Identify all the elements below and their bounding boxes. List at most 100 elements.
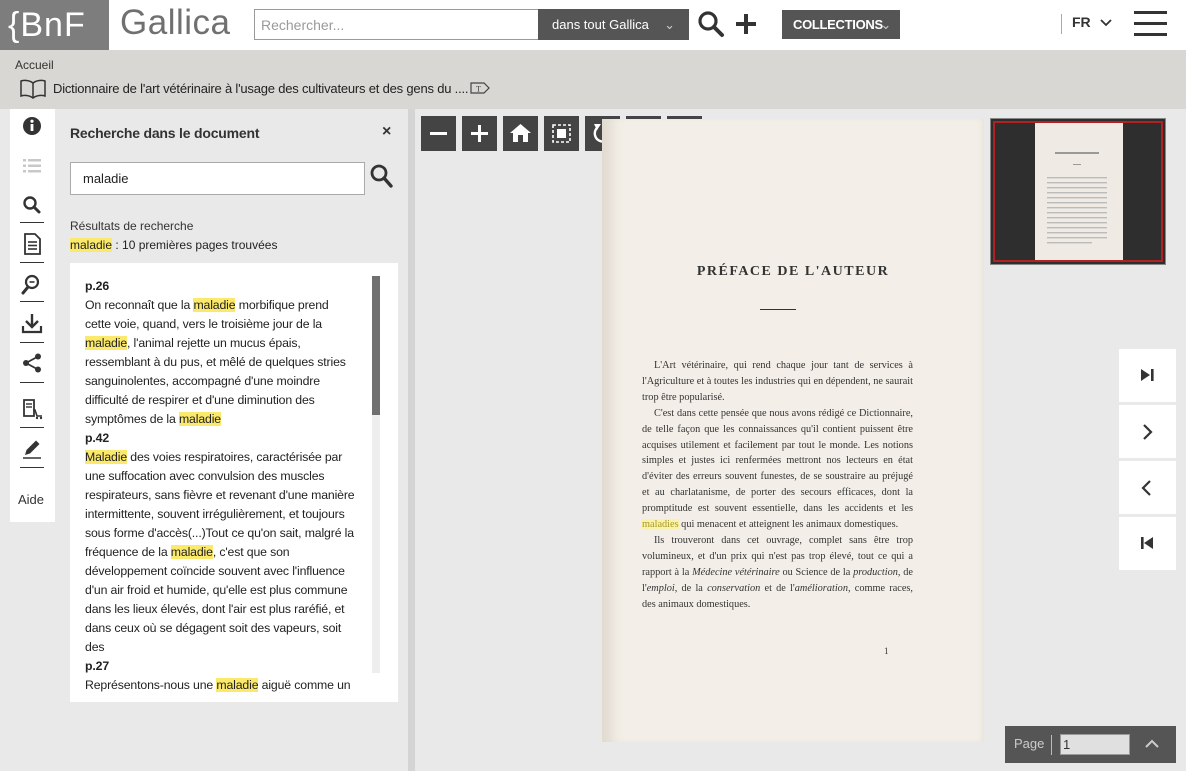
chevron-up-icon[interactable] bbox=[1142, 734, 1162, 754]
scrollbar-thumb[interactable] bbox=[372, 276, 380, 415]
page-body-text: L'Art vétérinaire, qui rend chaque jour … bbox=[642, 358, 913, 613]
result-page-number: p.27 bbox=[85, 659, 110, 673]
left-toolbar: Aide bbox=[10, 109, 55, 522]
global-search-input[interactable] bbox=[254, 9, 539, 40]
search-result-item[interactable]: p.42 Maladie des voies respiratoires, car… bbox=[85, 429, 357, 657]
highlighted-term: maladie bbox=[178, 412, 221, 426]
results-scrollbar[interactable] bbox=[372, 276, 380, 673]
toolbar-separator bbox=[20, 222, 44, 223]
language-select[interactable]: FR bbox=[1072, 14, 1112, 30]
result-page-number: p.42 bbox=[85, 431, 110, 445]
language-value: FR bbox=[1072, 14, 1091, 30]
breadcrumb: Accueil Dictionnaire de l'art vétérinair… bbox=[0, 50, 1186, 109]
book-icon bbox=[20, 79, 46, 99]
page-overview-thumbnail[interactable] bbox=[990, 118, 1166, 265]
highlighted-term: maladie bbox=[85, 336, 128, 350]
thumbnail-viewport-frame[interactable] bbox=[993, 121, 1163, 262]
previous-page-button[interactable] bbox=[1119, 461, 1176, 514]
skip-to-start-icon bbox=[1141, 537, 1153, 549]
toolbar-separator bbox=[20, 342, 44, 343]
highlighted-term: maladie bbox=[170, 545, 213, 559]
chevron-left-icon bbox=[1141, 480, 1151, 496]
search-icon[interactable] bbox=[697, 10, 725, 38]
page-paragraph: Ils trouveront dans cet ouvrage, complet… bbox=[642, 534, 913, 610]
close-icon[interactable]: × bbox=[382, 123, 391, 141]
document-title: Dictionnaire de l'art vétérinaire à l'us… bbox=[53, 81, 469, 96]
result-snippet: Représentons-nous une maladie aiguë comm… bbox=[85, 678, 351, 692]
search-in-document-icon[interactable] bbox=[21, 194, 43, 216]
toolbar-separator bbox=[20, 301, 44, 302]
page-separator bbox=[1051, 735, 1052, 755]
chevron-down-icon: ⌄ bbox=[664, 17, 675, 32]
toolbar-separator bbox=[20, 382, 44, 383]
toolbar-separator bbox=[20, 467, 44, 468]
zoom-search-icon[interactable] bbox=[21, 273, 43, 295]
results-summary: maladie : 10 premières pages trouvées bbox=[70, 238, 277, 252]
plus-icon bbox=[471, 125, 488, 142]
page-number-input[interactable] bbox=[1060, 734, 1130, 755]
table-of-contents-icon[interactable] bbox=[21, 155, 43, 177]
svg-text:T: T bbox=[476, 85, 481, 94]
page-heading: PRÉFACE DE L'AUTEUR bbox=[696, 264, 890, 279]
results-heading: Résultats de recherche bbox=[70, 219, 194, 233]
search-result-item[interactable]: p.26 On reconnaît que la maladie morbifiq… bbox=[85, 277, 357, 429]
zoom-out-button[interactable] bbox=[421, 116, 456, 151]
bnf-logo[interactable]: {BnF bbox=[0, 0, 109, 50]
first-page-button[interactable] bbox=[1119, 517, 1176, 570]
document-search-input[interactable] bbox=[70, 162, 365, 195]
document-page-image[interactable]: PRÉFACE DE L'AUTEUR L'Art vétérinaire, q… bbox=[602, 119, 984, 742]
zoom-in-button[interactable] bbox=[462, 116, 497, 151]
collections-label: COLLECTIONS bbox=[793, 17, 883, 32]
home-view-button[interactable] bbox=[503, 116, 538, 151]
search-results-list: p.26 On reconnaît que la maladie morbifiq… bbox=[70, 263, 398, 702]
chevron-down-icon: ⌄ bbox=[880, 17, 891, 32]
fullscreen-button[interactable] bbox=[544, 116, 579, 151]
chevron-down-icon bbox=[1099, 19, 1112, 27]
summary-term: maladie bbox=[70, 238, 113, 252]
result-page-number: p.26 bbox=[85, 279, 110, 293]
download-icon[interactable] bbox=[21, 312, 43, 334]
breadcrumb-home-link[interactable]: Accueil bbox=[15, 58, 54, 72]
info-icon[interactable] bbox=[21, 115, 43, 137]
italic-term: Médecine vétérinaire bbox=[692, 566, 780, 578]
next-page-button[interactable] bbox=[1119, 405, 1176, 458]
hamburger-menu-icon[interactable] bbox=[1134, 11, 1167, 38]
last-page-button[interactable] bbox=[1119, 349, 1176, 402]
text-mode-tag-icon[interactable]: T bbox=[470, 81, 490, 95]
skip-to-end-icon bbox=[1141, 369, 1154, 381]
search-scope-value: dans tout Gallica bbox=[552, 17, 649, 32]
pencil-icon[interactable] bbox=[21, 437, 43, 459]
search-result-item[interactable]: p.27 Représentons-nous une maladie aiguë … bbox=[85, 657, 357, 695]
gallica-logo[interactable]: Gallica bbox=[120, 3, 230, 43]
help-link[interactable]: Aide bbox=[18, 492, 44, 507]
search-scope-select[interactable]: dans tout Gallica ⌄ bbox=[538, 9, 689, 40]
minus-icon bbox=[430, 132, 447, 135]
panel-divider[interactable] bbox=[408, 109, 415, 771]
collections-button[interactable]: COLLECTIONS ⌄ bbox=[782, 10, 900, 39]
italic-term: emploi bbox=[646, 582, 675, 594]
highlighted-term: maladie bbox=[193, 298, 236, 312]
page-selector: Page bbox=[1005, 726, 1176, 763]
plus-icon[interactable] bbox=[733, 10, 759, 38]
page-label: Page bbox=[1014, 736, 1045, 751]
result-snippet: Maladie des voies respiratoires, caracté… bbox=[85, 450, 355, 654]
cart-document-icon[interactable] bbox=[21, 398, 43, 420]
italic-term: amélioration bbox=[794, 582, 848, 594]
document-search-panel: Recherche dans le document × Résultats d… bbox=[57, 109, 408, 771]
highlighted-term: Maladie bbox=[85, 450, 128, 464]
page-rule bbox=[760, 309, 796, 310]
panel-title: Recherche dans le document bbox=[70, 125, 260, 141]
fullscreen-icon bbox=[552, 124, 571, 143]
result-snippet: On reconnaît que la maladie morbifique p… bbox=[85, 298, 346, 426]
italic-term: production bbox=[853, 566, 898, 578]
page-paragraph: L'Art vétérinaire, qui rend chaque jour … bbox=[642, 360, 913, 403]
results-list: p.26 On reconnaît que la maladie morbifiq… bbox=[85, 277, 357, 695]
share-icon[interactable] bbox=[21, 352, 43, 374]
page-paragraph: C'est dans cette pensée que nous avons r… bbox=[642, 407, 913, 531]
toolbar-separator bbox=[20, 262, 44, 263]
document-viewer: PRÉFACE DE L'AUTEUR L'Art vétérinaire, q… bbox=[415, 109, 1186, 771]
search-icon[interactable] bbox=[369, 163, 393, 189]
chevron-right-icon bbox=[1143, 424, 1153, 440]
text-mode-document-icon[interactable] bbox=[21, 233, 43, 255]
home-icon bbox=[510, 124, 531, 142]
